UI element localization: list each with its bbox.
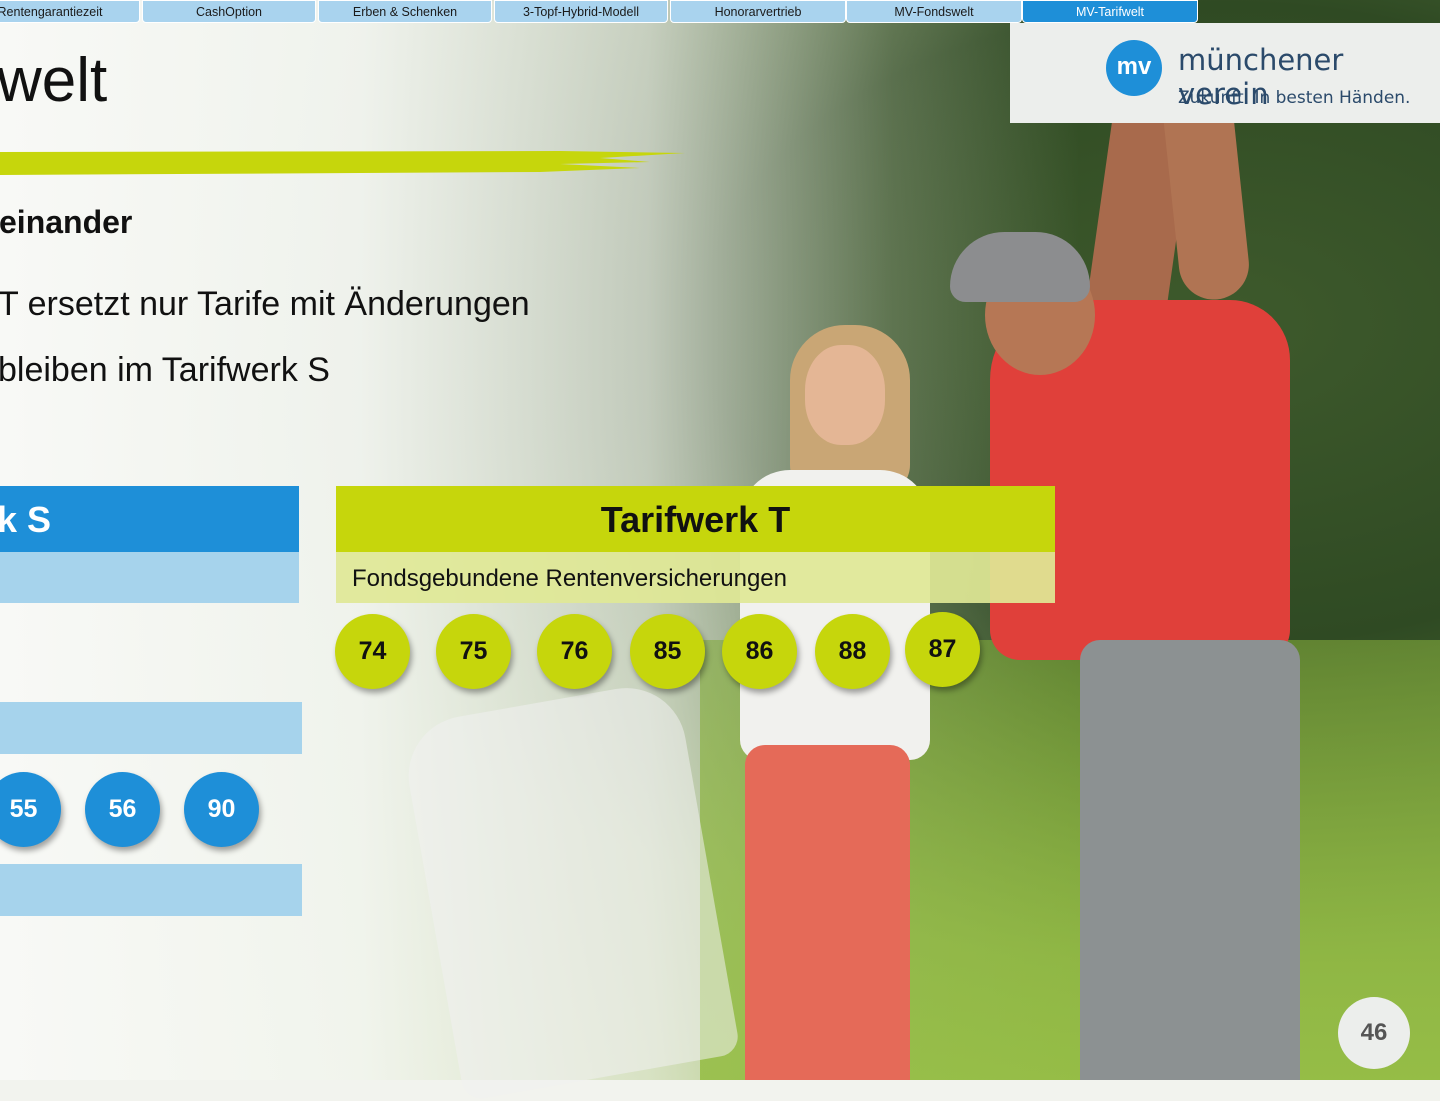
- tarifwerk-s-row: [0, 864, 302, 916]
- logo-tagline: Zukunft. In besten Händen.: [1178, 88, 1411, 108]
- tab-3-topf-hybrid-modell[interactable]: 3-Topf-Hybrid-Modell: [494, 0, 668, 23]
- tab-rentengarantiezeit[interactable]: Rentengarantiezeit: [0, 0, 140, 23]
- tarif-circle-t: 87: [905, 612, 980, 687]
- golfer-cap: [950, 232, 1090, 302]
- page-number: 46: [1338, 997, 1410, 1069]
- tarifwerk-s-title: k S: [0, 499, 52, 540]
- tab-erben-schenken[interactable]: Erben & Schenken: [318, 0, 492, 23]
- title-underline-brush: [0, 151, 685, 175]
- tarif-circle-t: 86: [722, 614, 797, 689]
- tarifwerk-t-subtitle: Fondsgebundene Rentenversicherungen: [352, 565, 787, 592]
- bullet-2: bleiben im Tarifwerk S: [0, 351, 330, 389]
- logo-panel: mv münchener verein Zukunft. In besten H…: [1010, 23, 1440, 123]
- section-nav: Rentengarantiezeit CashOption Erben & Sc…: [0, 0, 1200, 23]
- mv-logo-icon: mv: [1106, 40, 1162, 96]
- bullet-1: T ersetzt nur Tarife mit Änderungen: [0, 285, 530, 323]
- tarifwerk-s-row: [0, 552, 299, 603]
- subheading: einander: [0, 204, 133, 240]
- tarif-circle-t: 85: [630, 614, 705, 689]
- tarifwerk-s-row: [0, 702, 302, 754]
- tab-mv-tarifwelt[interactable]: MV-Tarifwelt: [1022, 0, 1198, 23]
- woman-pants: [745, 745, 910, 1080]
- tab-mv-fondswelt[interactable]: MV-Fondswelt: [846, 0, 1022, 23]
- tarif-circle-s: 90: [184, 772, 259, 847]
- golfer-pants: [1080, 640, 1300, 1080]
- tab-honorarvertrieb[interactable]: Honorarvertrieb: [670, 0, 846, 23]
- tarif-circle-t: 75: [436, 614, 511, 689]
- tarif-circle-t: 74: [335, 614, 410, 689]
- tarif-circle-s: 56: [85, 772, 160, 847]
- slide-title: welt: [0, 46, 108, 115]
- tab-cashoption[interactable]: CashOption: [142, 0, 316, 23]
- tarif-circle-t: 88: [815, 614, 890, 689]
- woman-face: [805, 345, 885, 445]
- tarifwerk-t-title: Tarifwerk T: [600, 499, 791, 540]
- tarif-circle-t: 76: [537, 614, 612, 689]
